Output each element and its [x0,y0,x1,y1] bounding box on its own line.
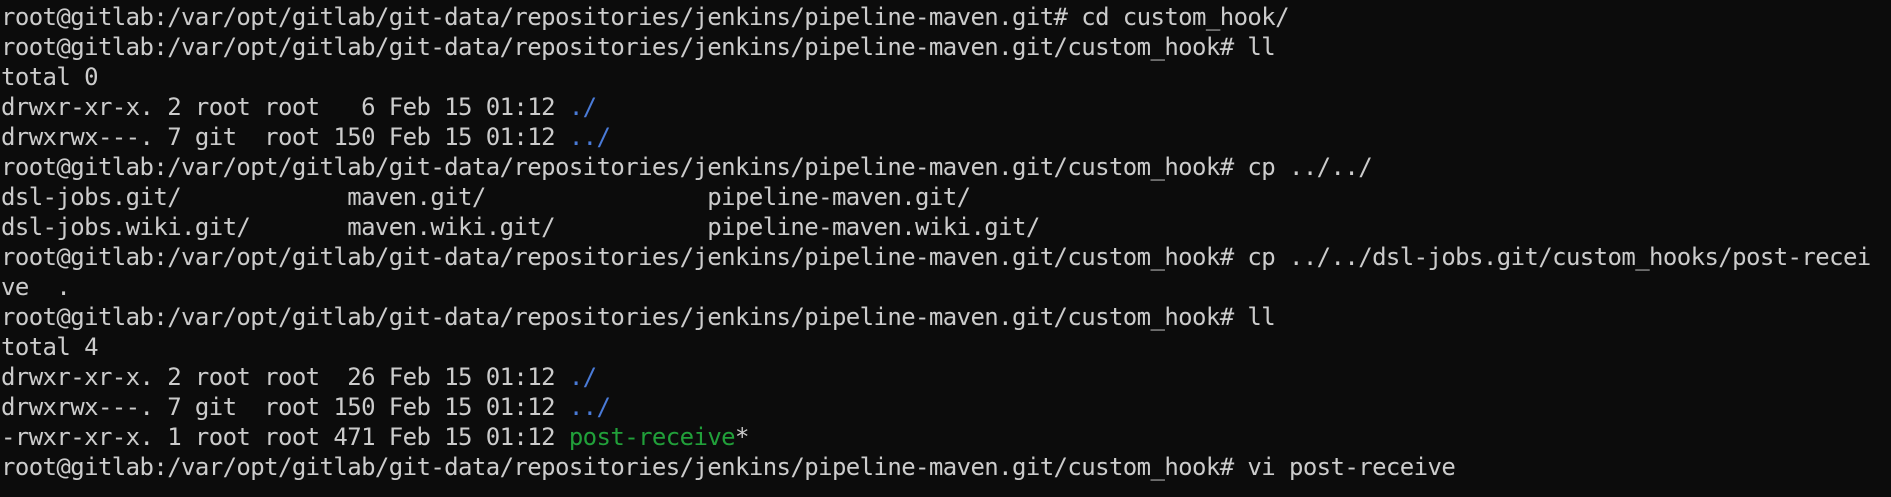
terminal-text: * [735,423,749,451]
terminal-text: root@gitlab:/var/opt/gitlab/git-data/rep… [1,243,1871,271]
terminal-output-line: -rwxr-xr-x. 1 root root 471 Feb 15 01:12… [0,422,1891,452]
terminal-output-line: ve . [0,272,1891,302]
terminal-output-line: total 0 [0,62,1891,92]
terminal-text: dsl-jobs.wiki.git/ maven.wiki.git/ pipel… [1,213,1040,241]
directory-entry: ../ [568,123,611,151]
terminal-window[interactable]: root@gitlab:/var/opt/gitlab/git-data/rep… [0,0,1891,497]
terminal-text: drwxrwx---. 7 git root 150 Feb 15 01:12 [1,123,569,151]
executable-file-entry: post-receive [568,423,736,451]
terminal-text: total 4 [1,333,99,361]
terminal-text: root@gitlab:/var/opt/gitlab/git-data/rep… [1,3,1290,31]
terminal-prompt-line: root@gitlab:/var/opt/gitlab/git-data/rep… [0,2,1891,32]
directory-entry: ./ [568,93,597,121]
terminal-output-line: drwxr-xr-x. 2 root root 6 Feb 15 01:12 .… [0,92,1891,122]
terminal-output-line: drwxrwx---. 7 git root 150 Feb 15 01:12 … [0,122,1891,152]
terminal-output-line: drwxr-xr-x. 2 root root 26 Feb 15 01:12 … [0,362,1891,392]
terminal-text: root@gitlab:/var/opt/gitlab/git-data/rep… [1,33,1276,61]
directory-entry: ../ [568,393,611,421]
terminal-text: total 0 [1,63,99,91]
terminal-text: drwxr-xr-x. 2 root root 6 Feb 15 01:12 [1,93,569,121]
terminal-prompt-line: root@gitlab:/var/opt/gitlab/git-data/rep… [0,242,1891,272]
directory-entry: ./ [568,363,597,391]
terminal-text: -rwxr-xr-x. 1 root root 471 Feb 15 01:12 [1,423,569,451]
terminal-text: root@gitlab:/var/opt/gitlab/git-data/rep… [1,153,1373,181]
terminal-output-line: drwxrwx---. 7 git root 150 Feb 15 01:12 … [0,392,1891,422]
terminal-text: drwxr-xr-x. 2 root root 26 Feb 15 01:12 [1,363,569,391]
terminal-prompt-line: root@gitlab:/var/opt/gitlab/git-data/rep… [0,152,1891,182]
terminal-output-line: dsl-jobs.wiki.git/ maven.wiki.git/ pipel… [0,212,1891,242]
terminal-prompt-line: root@gitlab:/var/opt/gitlab/git-data/rep… [0,302,1891,332]
terminal-text: root@gitlab:/var/opt/gitlab/git-data/rep… [1,453,1456,481]
terminal-text: ve . [1,273,71,301]
terminal-text: root@gitlab:/var/opt/gitlab/git-data/rep… [1,303,1276,331]
terminal-prompt-line: root@gitlab:/var/opt/gitlab/git-data/rep… [0,32,1891,62]
terminal-prompt-line: root@gitlab:/var/opt/gitlab/git-data/rep… [0,452,1891,482]
terminal-text: drwxrwx---. 7 git root 150 Feb 15 01:12 [1,393,569,421]
terminal-output-line: dsl-jobs.git/ maven.git/ pipeline-maven.… [0,182,1891,212]
terminal-text: dsl-jobs.git/ maven.git/ pipeline-maven.… [1,183,971,211]
terminal-output-line: total 4 [0,332,1891,362]
